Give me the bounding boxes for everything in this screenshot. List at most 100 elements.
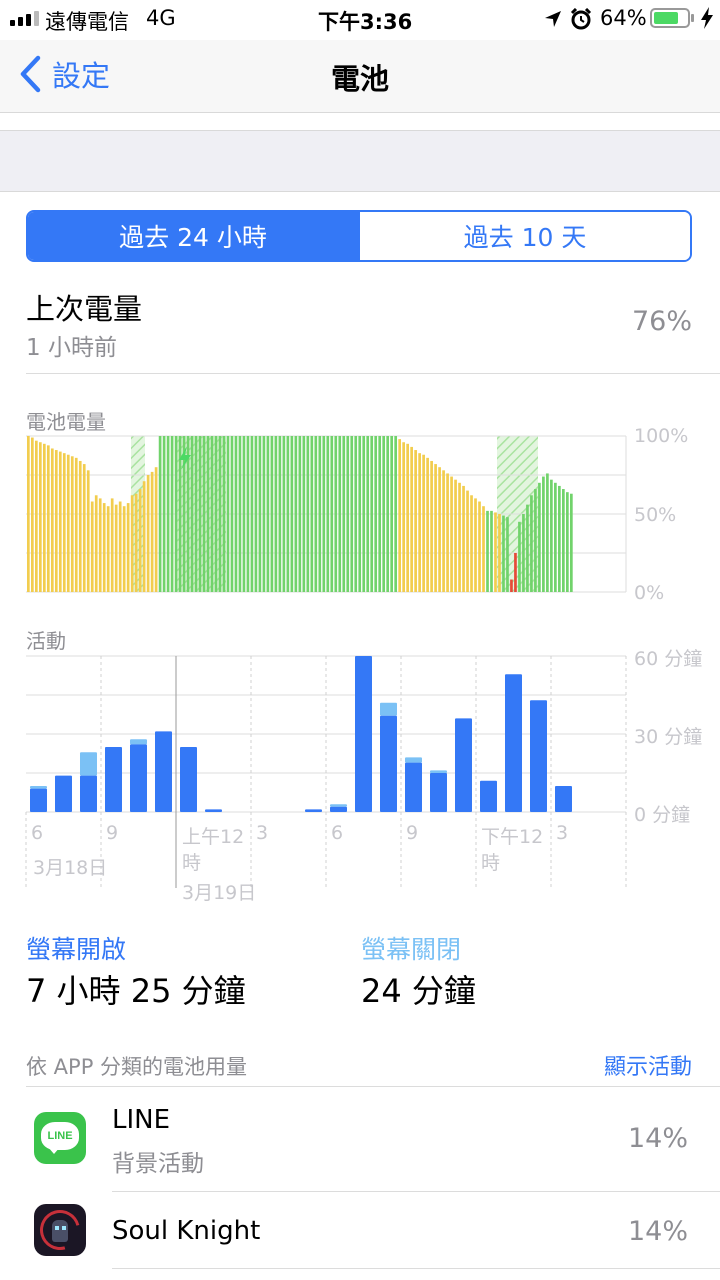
battery-level-bar xyxy=(550,479,553,592)
battery-level-bar xyxy=(458,482,461,592)
battery-level-bar xyxy=(418,453,421,592)
activity-bar-screen-on xyxy=(205,809,222,812)
cell-signal-icon xyxy=(10,10,42,26)
battery-level-bar xyxy=(74,457,78,592)
battery-level-bar xyxy=(498,514,501,592)
segment-last-10-days[interactable]: 過去 10 天 xyxy=(358,212,690,260)
battery-level-bar xyxy=(210,436,214,592)
last-charge-title: 上次電量 xyxy=(26,292,143,326)
battery-level-bar xyxy=(386,436,390,592)
battery-level-bar xyxy=(486,510,489,592)
battery-level-bar xyxy=(398,439,402,592)
battery-level-bar xyxy=(514,553,517,592)
battery-level-bar xyxy=(482,506,485,592)
activity-bar-screen-on xyxy=(505,674,522,812)
last-charge-level: 76% xyxy=(631,306,692,337)
battery-level-bar xyxy=(250,436,254,592)
battery-level-bar xyxy=(162,436,166,592)
battery-level-bar xyxy=(382,436,386,592)
location-arrow-icon xyxy=(545,11,561,27)
battery-level-bar xyxy=(298,436,302,592)
battery-level-bar xyxy=(570,493,573,592)
date-label-mar19: 3月19日 xyxy=(182,882,257,904)
activity-bar-screen-off xyxy=(430,770,447,773)
battery-level-bar xyxy=(510,579,513,592)
activity-bar-screen-on xyxy=(305,809,322,812)
battery-level-bar xyxy=(410,446,413,592)
battery-level-bar xyxy=(66,454,70,592)
battery-level-bar xyxy=(358,436,362,592)
date-label-mar18: 3月18日 xyxy=(33,857,108,879)
battery-level-bar xyxy=(430,460,433,592)
divider xyxy=(26,373,720,374)
battery-level-bar xyxy=(374,436,378,592)
activity-bar-screen-on xyxy=(530,700,547,812)
battery-level-bar xyxy=(394,436,398,592)
battery-level-bar xyxy=(354,436,358,592)
battery-level-bar xyxy=(538,482,541,592)
battery-level-bar xyxy=(406,443,409,592)
battery-level-bar xyxy=(562,489,565,592)
battery-level-bar xyxy=(378,436,382,592)
battery-level-bar xyxy=(346,436,350,592)
x-tick-6am-mar18: 6 xyxy=(31,822,44,844)
battery-level-bar xyxy=(278,436,282,592)
battery-level-bar xyxy=(170,436,174,592)
battery-level-bar xyxy=(230,436,234,592)
app-name: Soul Knight xyxy=(112,1216,261,1246)
usage-by-app-header: 依 APP 分類的電池用量 xyxy=(26,1055,248,1079)
battery-percent: 64% xyxy=(600,6,647,30)
battery-level-bar xyxy=(438,467,441,592)
carrier-name: 遠傳電信 xyxy=(45,10,129,34)
battery-level-bar xyxy=(190,436,194,592)
activity-bar-screen-off xyxy=(380,702,397,716)
activity-bar-screen-on xyxy=(405,762,422,812)
battery-level-bar xyxy=(102,503,106,592)
battery-level-bar xyxy=(27,436,30,592)
battery-level-bar xyxy=(70,456,74,592)
battery-level-bar xyxy=(258,436,262,592)
battery-level-bar xyxy=(82,464,86,592)
battery-level-bar xyxy=(334,436,338,592)
activity-bar-screen-on xyxy=(30,788,47,812)
battery-level-bar xyxy=(454,479,457,592)
battery-level-bar xyxy=(342,436,346,592)
x-tick-12am-suffix: 時 xyxy=(182,852,202,874)
battery-level-bar xyxy=(62,453,66,592)
segment-last-24-hours[interactable]: 過去 24 小時 xyxy=(28,212,358,260)
battery-level-bar xyxy=(282,436,286,592)
activity-bar-screen-on xyxy=(155,731,172,812)
battery-level-bar xyxy=(294,436,298,592)
activity-bar-screen-off xyxy=(30,786,47,789)
activity-bar-screen-on xyxy=(555,786,572,812)
battery-level-bar xyxy=(470,495,473,592)
battery-level-bar xyxy=(130,495,134,592)
battery-level-bar xyxy=(558,485,561,592)
app-row-soul-knight[interactable]: Soul Knight 14% xyxy=(0,1192,720,1280)
battery-level-bar xyxy=(242,436,246,592)
activity-bar-screen-on xyxy=(55,775,72,812)
battery-level-bar xyxy=(462,485,465,592)
app-usage-percent: 14% xyxy=(627,1216,688,1247)
activity-bar-screen-off xyxy=(80,752,97,776)
battery-level-bar xyxy=(270,436,274,592)
show-activity-button[interactable]: 顯示活動 xyxy=(604,1049,692,1081)
clock: 下午3:36 xyxy=(318,10,413,34)
battery-level-bar xyxy=(318,436,322,592)
app-usage-percent: 14% xyxy=(627,1123,688,1154)
battery-level-bar xyxy=(218,436,222,592)
battery-level-bar xyxy=(506,517,509,592)
line-app-icon: LINE xyxy=(34,1112,86,1164)
line-logo-text: LINE xyxy=(47,1130,73,1142)
x-tick-9am-mar18: 9 xyxy=(106,822,119,844)
app-row-line[interactable]: LINE LINE 背景活動 14% xyxy=(0,1087,720,1191)
battery-level-bar xyxy=(530,495,533,592)
activity-bar-screen-on xyxy=(105,747,122,812)
divider xyxy=(112,1268,720,1269)
battery-level-bar xyxy=(566,492,569,592)
x-tick-3am: 3 xyxy=(256,822,269,844)
activity-bar-screen-on xyxy=(355,656,372,812)
navigation-bar: 設定 電池 xyxy=(0,40,720,113)
battery-level-bar xyxy=(34,440,38,592)
battery-level-bar xyxy=(106,506,110,592)
